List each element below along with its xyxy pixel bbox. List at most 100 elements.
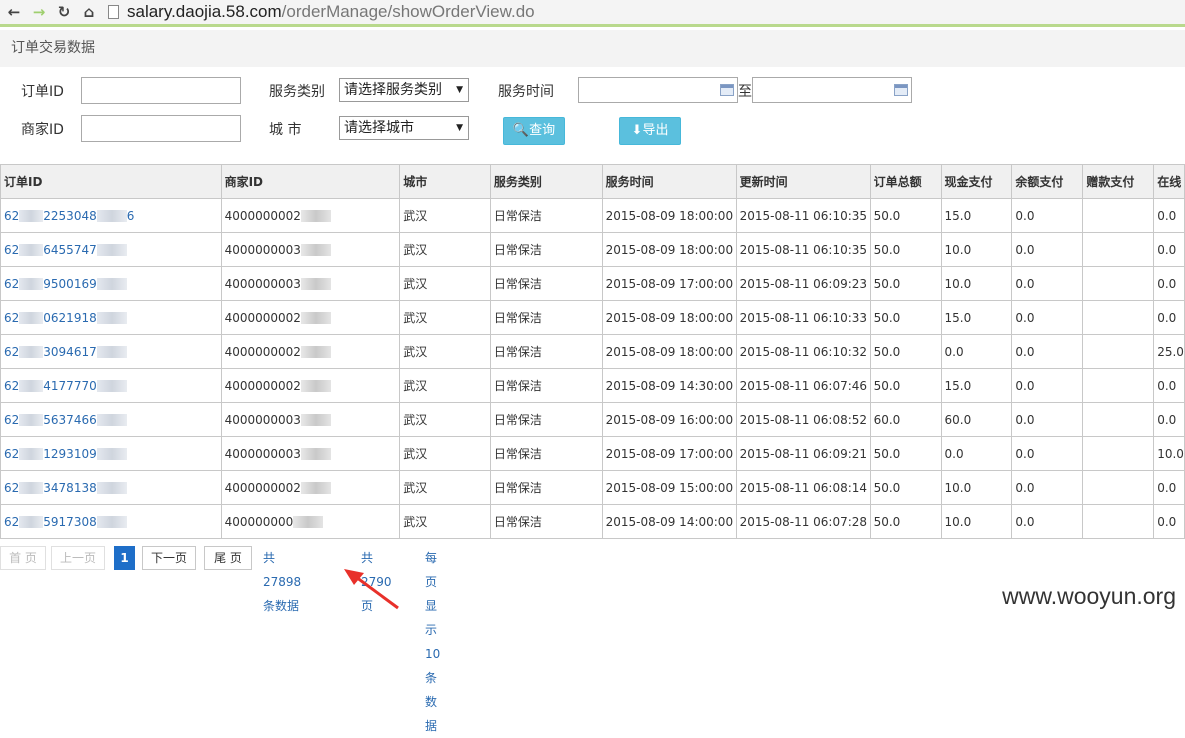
column-header-order-id[interactable]: 订单ID xyxy=(0,164,222,199)
table-row: 62 9500169 4000000003 武汉 日常保洁 2015-08-09 17:0… xyxy=(0,266,1185,301)
balance-payment-cell: 0.0 xyxy=(1011,402,1084,437)
table-row: 62 3094617 4000000002 武汉 日常保洁 2015-08-09 18:0… xyxy=(0,334,1185,369)
city-cell: 武汉 xyxy=(399,470,491,505)
merchant-id-cell: 4000000002 xyxy=(220,470,401,505)
service-time-cell: 2015-08-09 18:00:00 xyxy=(601,232,737,267)
service-type-cell: 日常保洁 xyxy=(489,266,603,301)
service-type-cell: 日常保洁 xyxy=(489,436,603,471)
service-type-label: 服务类别 xyxy=(269,84,325,100)
service-type-select[interactable]: 请选择服务类别 ▼ xyxy=(339,78,469,102)
balance-payment-cell: 0.0 xyxy=(1011,232,1084,267)
order-id-cell[interactable]: 62 5917308 xyxy=(0,504,222,539)
page-1-button[interactable]: 1 xyxy=(114,546,135,570)
back-icon[interactable]: ← xyxy=(3,1,25,23)
table-row: 62 1293109 4000000003 武汉 日常保洁 2015-08-09 17:0… xyxy=(0,436,1185,471)
watermark: www.wooyun.org xyxy=(1002,583,1176,609)
url-host: salary.daojia.58.com xyxy=(127,2,282,21)
order-id-cell[interactable]: 62 6455747 xyxy=(0,232,222,267)
column-header-merchant-id[interactable]: 商家ID xyxy=(220,164,401,199)
service-type-cell: 日常保洁 xyxy=(489,470,603,505)
order-total-cell: 50.0 xyxy=(869,470,942,505)
calendar-icon[interactable] xyxy=(720,84,734,96)
merchant-id-input[interactable] xyxy=(81,115,241,142)
gift-payment-cell xyxy=(1082,300,1155,335)
redacted-mask xyxy=(19,210,44,222)
cash-payment-cell: 0.0 xyxy=(940,334,1013,369)
merchant-id-cell: 400000000 xyxy=(220,504,401,539)
gift-payment-cell xyxy=(1082,198,1155,233)
table-row: 62 5917308 400000000 武汉 日常保洁 2015-08-09 14:00… xyxy=(0,504,1185,539)
redacted-mask xyxy=(19,516,44,528)
prev-page-button[interactable]: 上一页 xyxy=(51,546,105,570)
order-id-cell[interactable]: 62 1293109 xyxy=(0,436,222,471)
gift-payment-cell xyxy=(1082,470,1155,505)
redacted-mask xyxy=(300,482,331,494)
order-id-cell[interactable]: 62 2253048 6 xyxy=(0,198,222,233)
update-time-cell: 2015-08-11 06:07:28 xyxy=(735,504,871,539)
gift-payment-cell xyxy=(1082,436,1155,471)
first-page-button[interactable]: 首 页 xyxy=(0,546,46,570)
calendar-icon[interactable] xyxy=(894,84,908,96)
order-id-cell[interactable]: 62 5637466 xyxy=(0,402,222,437)
merchant-id-cell: 4000000002 xyxy=(220,368,401,403)
column-header-city[interactable]: 城市 xyxy=(399,164,491,199)
redacted-mask xyxy=(300,244,331,256)
service-time-cell: 2015-08-09 17:00:00 xyxy=(601,436,737,471)
city-label: 城 市 xyxy=(269,122,302,138)
service-type-cell: 日常保洁 xyxy=(489,232,603,267)
home-icon[interactable]: ⌂ xyxy=(78,1,100,23)
last-page-button[interactable]: 尾 页 xyxy=(204,546,252,570)
redacted-mask xyxy=(19,448,44,460)
city-value: 请选择城市 xyxy=(344,120,414,136)
column-header-order-total[interactable]: 订单总额 xyxy=(869,164,942,199)
download-icon: ⬇ xyxy=(631,123,643,138)
order-id-cell[interactable]: 62 4177770 xyxy=(0,368,222,403)
online-payment-cell: 0.0 xyxy=(1153,232,1185,267)
cash-payment-cell: 15.0 xyxy=(940,300,1013,335)
column-header-service-type[interactable]: 服务类别 xyxy=(489,164,603,199)
order-id-cell[interactable]: 62 3094617 xyxy=(0,334,222,369)
redacted-mask xyxy=(300,278,331,290)
service-time-end-input[interactable] xyxy=(752,77,912,103)
forward-icon[interactable]: → xyxy=(28,1,50,23)
column-header-online-payment[interactable]: 在线 xyxy=(1153,164,1185,199)
next-page-button[interactable]: 下一页 xyxy=(142,546,196,570)
service-time-start-input[interactable] xyxy=(578,77,738,103)
balance-payment-cell: 0.0 xyxy=(1011,504,1084,539)
redacted-mask xyxy=(300,380,331,392)
column-header-balance-payment[interactable]: 余额支付 xyxy=(1011,164,1084,199)
balance-payment-cell: 0.0 xyxy=(1011,266,1084,301)
gift-payment-cell xyxy=(1082,402,1155,437)
export-button[interactable]: ⬇导出 xyxy=(619,117,681,145)
column-header-cash-payment[interactable]: 现金支付 xyxy=(940,164,1013,199)
cash-payment-cell: 10.0 xyxy=(940,266,1013,301)
online-payment-cell: 0.0 xyxy=(1153,198,1185,233)
service-type-cell: 日常保洁 xyxy=(489,334,603,369)
table-row: 62 3478138 4000000002 武汉 日常保洁 2015-08-09 15:0… xyxy=(0,470,1185,505)
column-header-gift-payment[interactable]: 赠款支付 xyxy=(1082,164,1155,199)
order-id-input[interactable] xyxy=(81,77,241,104)
balance-payment-cell: 0.0 xyxy=(1011,470,1084,505)
order-id-cell[interactable]: 62 3478138 xyxy=(0,470,222,505)
column-header-update-time[interactable]: 更新时间 xyxy=(735,164,871,199)
column-header-service-time[interactable]: 服务时间 xyxy=(601,164,737,199)
redacted-mask xyxy=(96,278,127,290)
city-cell: 武汉 xyxy=(399,266,491,301)
address-bar[interactable]: salary.daojia.58.com/orderManage/showOrd… xyxy=(108,1,535,23)
update-time-cell: 2015-08-11 06:10:32 xyxy=(735,334,871,369)
gift-payment-cell xyxy=(1082,266,1155,301)
gift-payment-cell xyxy=(1082,232,1155,267)
city-cell: 武汉 xyxy=(399,300,491,335)
order-id-cell[interactable]: 62 9500169 xyxy=(0,266,222,301)
balance-payment-cell: 0.0 xyxy=(1011,368,1084,403)
table-row: 62 5637466 4000000003 武汉 日常保洁 2015-08-09 16:0… xyxy=(0,402,1185,437)
service-type-cell: 日常保洁 xyxy=(489,504,603,539)
city-cell: 武汉 xyxy=(399,436,491,471)
annotation-arrow-icon xyxy=(344,569,399,610)
order-total-cell: 50.0 xyxy=(869,300,942,335)
query-button[interactable]: 🔍查询 xyxy=(503,117,565,145)
order-id-cell[interactable]: 62 0621918 xyxy=(0,300,222,335)
city-select[interactable]: 请选择城市 ▼ xyxy=(339,116,469,140)
reload-icon[interactable]: ↻ xyxy=(53,1,75,23)
gift-payment-cell xyxy=(1082,368,1155,403)
